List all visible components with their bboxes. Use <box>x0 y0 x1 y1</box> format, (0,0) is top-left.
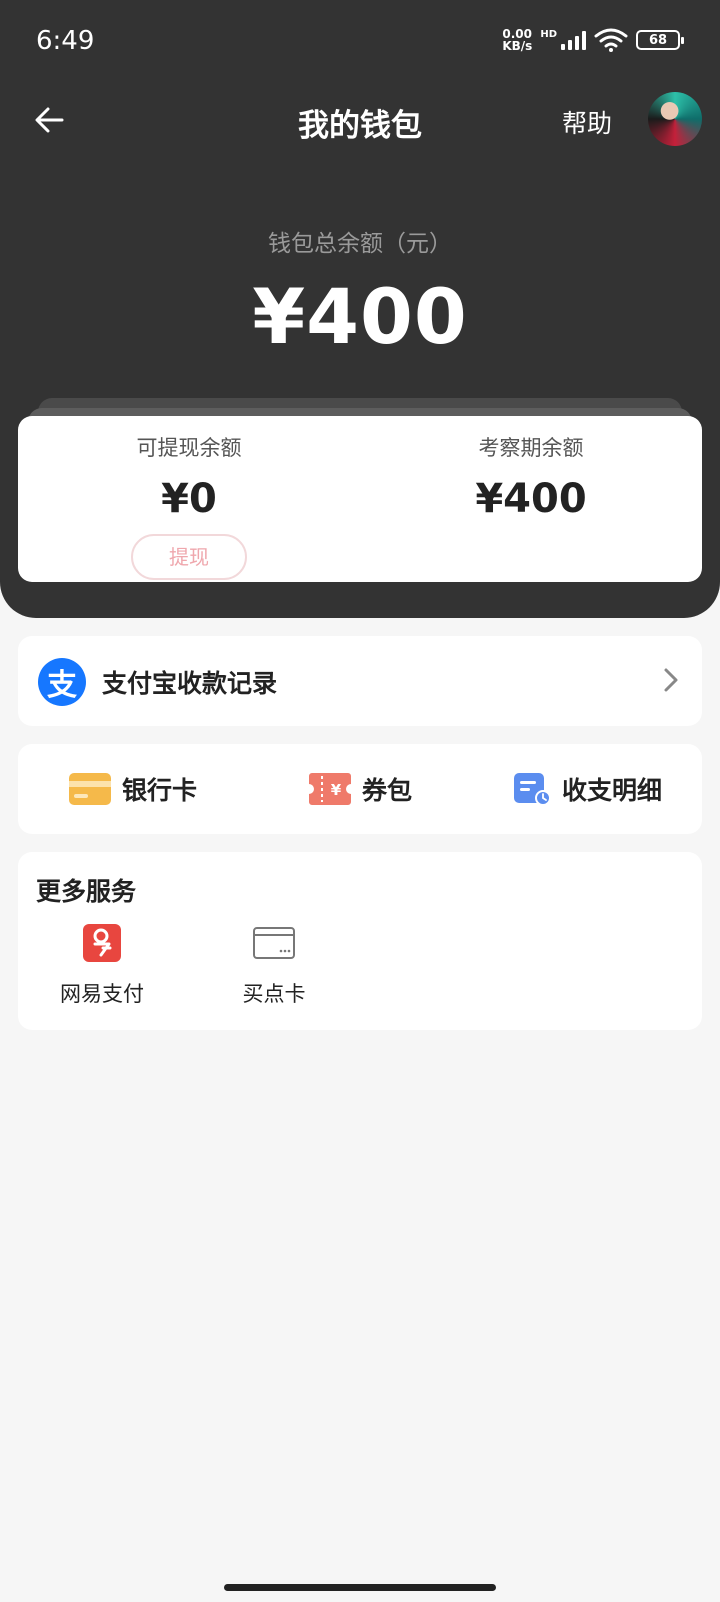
review-period-section: 考察期余额 ¥400 <box>360 416 702 522</box>
nav-bar: 我的钱包 帮助 <box>0 84 720 156</box>
bank-card-button[interactable]: 银行卡 <box>68 744 197 834</box>
network-speed: 0.00 KB/s <box>502 28 532 52</box>
signal-icon <box>561 30 586 50</box>
balance-card: 可提现余额 ¥0 提现 考察期余额 ¥400 <box>18 416 702 582</box>
total-balance-label: 钱包总余额（元） <box>268 231 452 257</box>
avatar[interactable] <box>648 92 702 146</box>
network-speed-unit: KB/s <box>502 39 533 53</box>
alipay-icon: 支 <box>38 658 86 706</box>
bank-card-icon <box>69 773 111 805</box>
status-icons: 0.00 KB/s HD 68 <box>502 28 684 52</box>
withdrawable-value: ¥0 <box>161 476 217 522</box>
withdrawable-section: 可提现余额 ¥0 提现 <box>18 416 360 580</box>
records-label: 收支明细 <box>562 776 663 805</box>
alipay-icon-glyph: 支 <box>47 668 77 703</box>
help-button[interactable]: 帮助 <box>562 104 612 140</box>
coupons-label: 券包 <box>362 776 413 805</box>
wifi-icon <box>594 28 628 52</box>
coupons-button[interactable]: ¥ 券包 <box>308 744 412 834</box>
point-card-label: 买点卡 <box>242 982 306 1006</box>
quick-actions: 银行卡 ¥ 券包 收支明细 <box>18 744 702 834</box>
status-time: 6:49 <box>36 26 95 56</box>
netease-pay-label: 网易支付 <box>60 982 144 1006</box>
alipay-records-label: 支付宝收款记录 <box>102 669 278 698</box>
more-services-title: 更多服务 <box>36 877 137 906</box>
home-indicator[interactable] <box>224 1584 496 1591</box>
svg-text:¥: ¥ <box>331 781 342 799</box>
hd-label: HD <box>540 28 557 40</box>
netease-pay-icon <box>83 924 121 962</box>
bank-card-label: 银行卡 <box>122 776 198 805</box>
point-card-icon <box>253 927 295 959</box>
total-balance-amount: ¥400 <box>252 272 468 361</box>
netease-pay-service[interactable]: 网易支付 <box>32 922 172 1008</box>
chevron-right-icon <box>664 668 678 692</box>
records-icon <box>514 773 551 806</box>
status-bar: 6:49 0.00 KB/s HD 68 <box>0 0 720 84</box>
battery-level: 68 <box>648 32 668 48</box>
transaction-records-button[interactable]: 收支明细 <box>512 744 662 834</box>
battery-icon: 68 <box>636 30 684 50</box>
withdraw-button[interactable]: 提现 <box>131 534 247 580</box>
point-card-service[interactable]: 买点卡 <box>204 922 344 1008</box>
withdrawable-label: 可提现余额 <box>136 436 242 460</box>
review-period-value: ¥400 <box>475 476 587 522</box>
coupon-icon: ¥ <box>309 773 351 805</box>
alipay-records-row[interactable]: 支 支付宝收款记录 <box>18 636 702 726</box>
review-period-label: 考察期余额 <box>478 436 584 460</box>
more-services-card: 更多服务 网易支付 买点卡 <box>18 852 702 1030</box>
